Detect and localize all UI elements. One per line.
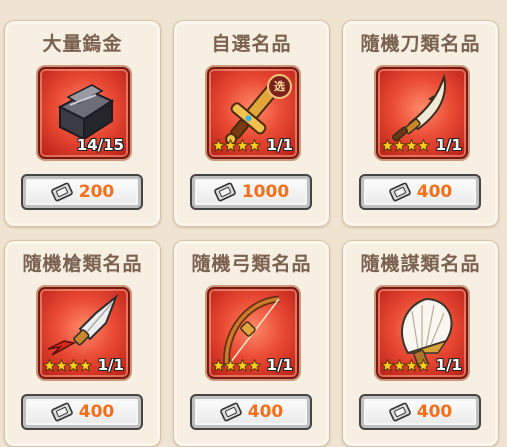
buy-button[interactable]: 1000 (190, 174, 312, 210)
star-icon (248, 139, 261, 152)
shop-grid: 大量鎢金 14/15 200 自選名品 选 1/1 1000 隨機刀類名品 1/… (0, 0, 507, 447)
price-value: 400 (416, 402, 453, 422)
star-icon (248, 359, 261, 372)
ticket-currency-icon (219, 402, 242, 422)
ticket-currency-icon (388, 182, 411, 202)
item-quantity: 1/1 (435, 356, 462, 374)
buy-button[interactable]: 400 (190, 394, 312, 430)
star-rating (212, 359, 261, 373)
star-rating (381, 359, 430, 373)
item-title: 大量鎢金 (42, 33, 123, 55)
item-frame[interactable]: 1/1 (376, 287, 468, 379)
select-badge: 选 (267, 74, 292, 99)
star-rating (212, 139, 261, 153)
shop-item-card[interactable]: 自選名品 选 1/1 1000 (173, 20, 330, 227)
item-quantity: 1/1 (266, 356, 293, 374)
price-value: 200 (78, 182, 115, 202)
star-icon (79, 359, 92, 372)
shop-item-card[interactable]: 大量鎢金 14/15 200 (4, 20, 161, 227)
shop-item-card[interactable]: 隨機槍類名品 1/1 400 (4, 240, 161, 447)
shop-item-card[interactable]: 隨機弓類名品 1/1 400 (173, 240, 330, 447)
star-rating (43, 359, 92, 373)
item-frame[interactable]: 1/1 (207, 287, 299, 379)
price-value: 400 (247, 402, 284, 422)
buy-button[interactable]: 400 (359, 394, 481, 430)
item-frame[interactable]: 1/1 (376, 67, 468, 159)
ticket-currency-icon (213, 182, 236, 202)
price-value: 1000 (241, 182, 290, 202)
item-frame[interactable]: 选 1/1 (207, 67, 299, 159)
item-quantity: 1/1 (97, 356, 124, 374)
item-title: 隨機弓類名品 (191, 253, 312, 275)
ticket-currency-icon (50, 182, 73, 202)
item-title: 隨機刀類名品 (360, 33, 481, 55)
price-value: 400 (416, 182, 453, 202)
item-quantity: 1/1 (266, 136, 293, 154)
buy-button[interactable]: 200 (21, 174, 143, 210)
buy-button[interactable]: 400 (21, 394, 143, 430)
item-frame[interactable]: 1/1 (38, 287, 130, 379)
star-icon (417, 139, 430, 152)
item-title: 隨機謀類名品 (360, 253, 481, 275)
item-title: 隨機槍類名品 (22, 253, 143, 275)
shop-item-card[interactable]: 隨機刀類名品 1/1 400 (342, 20, 499, 227)
buy-button[interactable]: 400 (359, 174, 481, 210)
shop-item-card[interactable]: 隨機謀類名品 1/1 400 (342, 240, 499, 447)
item-quantity: 14/15 (76, 136, 124, 154)
item-title: 自選名品 (211, 33, 292, 55)
item-quantity: 1/1 (435, 136, 462, 154)
ticket-currency-icon (388, 402, 411, 422)
item-frame[interactable]: 14/15 (38, 67, 130, 159)
star-rating (381, 139, 430, 153)
price-value: 400 (78, 402, 115, 422)
star-icon (417, 359, 430, 372)
ticket-currency-icon (50, 402, 73, 422)
